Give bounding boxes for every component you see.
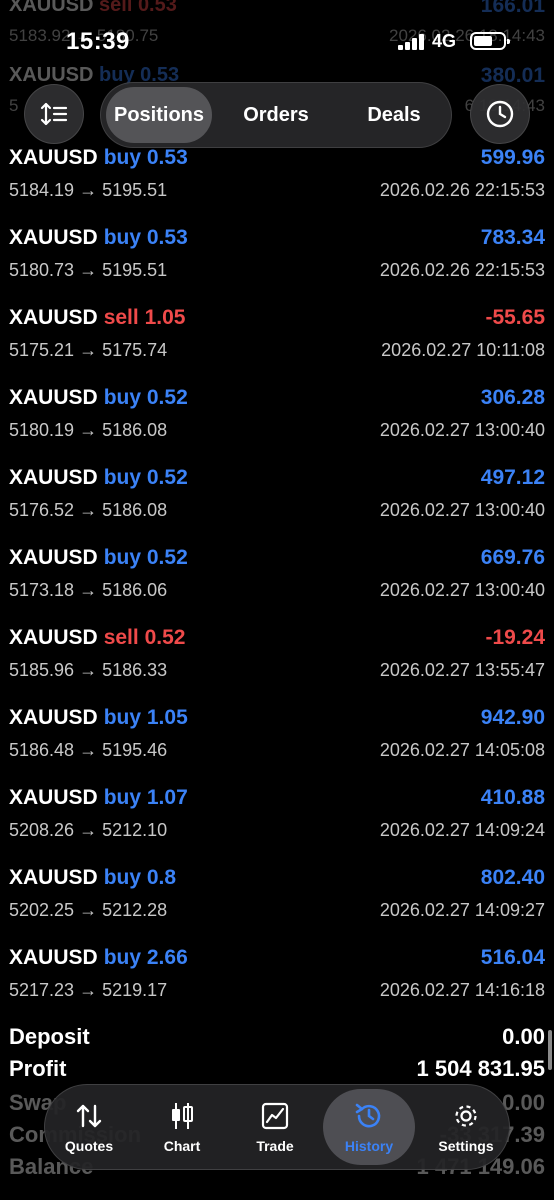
nav-chart[interactable]: Chart [136, 1089, 228, 1165]
bottom-nav: Quotes Chart Trade History Settings [44, 1084, 510, 1170]
deal-symbol: XAUUSD sell 0.52 [9, 626, 186, 649]
deal-time: 2026.02.27 13:00:40 [379, 580, 545, 600]
status-bar: 15:39 4G [0, 0, 554, 60]
deal-profit: 942.90 [480, 706, 545, 729]
tab-orders[interactable]: Orders [223, 87, 329, 143]
battery-icon [470, 32, 510, 50]
deal-symbol: XAUUSD buy 0.52 [9, 546, 188, 569]
scrollbar[interactable] [548, 1030, 552, 1070]
deal-profit: 783.34 [480, 226, 545, 249]
deal-time: 2026.02.26 22:15:53 [379, 260, 545, 280]
sort-arrows-icon [40, 102, 68, 126]
history-icon [353, 1100, 385, 1132]
nav-quotes[interactable]: Quotes [43, 1089, 135, 1165]
candlestick-icon [166, 1100, 198, 1132]
clock-icon [486, 100, 514, 128]
cellular-signal-icon [398, 34, 426, 50]
deal-profit: 669.76 [480, 546, 545, 569]
deal-time: 2026.02.27 14:16:18 [379, 980, 545, 1000]
deal-symbol: XAUUSD sell 1.05 [9, 306, 186, 329]
deal-time: 2026.02.27 13:55:47 [379, 660, 545, 680]
deal-profit: 599.96 [480, 146, 545, 169]
deal-prices: 5180.19 → 5186.08 [9, 420, 168, 440]
deal-time: 2026.02.26 22:15:53 [379, 180, 545, 200]
deal-row[interactable]: XAUUSD buy 0.52 306.28 5180.19 → 5186.08 … [0, 382, 554, 462]
summary-deposit: Deposit 0.00 [9, 1024, 545, 1049]
deal-time: 2026.02.27 10:11:08 [381, 340, 545, 360]
deal-prices: 5184.19 → 5195.51 [9, 180, 168, 200]
deal-symbol: XAUUSD buy 0.8 [9, 866, 177, 889]
deal-prices: 5175.21 → 5175.74 [9, 340, 168, 360]
gear-icon [450, 1100, 482, 1132]
history-tabs: Positions Orders Deals [100, 82, 452, 148]
deal-symbol: XAUUSD buy 0.53 [9, 146, 188, 169]
deal-time: 2026.02.27 14:05:08 [379, 740, 545, 760]
nav-history[interactable]: History [323, 1089, 415, 1165]
nav-trade[interactable]: Trade [229, 1089, 321, 1165]
deal-symbol: XAUUSD buy 1.05 [9, 706, 188, 729]
deal-time: 2026.02.27 14:09:27 [379, 900, 545, 920]
deal-row[interactable]: XAUUSD buy 0.53 783.34 5180.73 → 5195.51 … [0, 222, 554, 302]
deal-profit: 516.04 [480, 946, 545, 969]
nav-settings[interactable]: Settings [420, 1089, 512, 1165]
period-button[interactable] [470, 84, 530, 144]
deal-prices: 5208.26 → 5212.10 [9, 820, 168, 840]
deal-prices: 5180.73 → 5195.51 [9, 260, 168, 280]
summary-profit: Profit 1 504 831.95 [9, 1056, 545, 1081]
sort-button[interactable] [24, 84, 84, 144]
deal-row[interactable]: XAUUSD buy 0.53 599.96 5184.19 → 5195.51 … [0, 142, 554, 222]
deal-profit: -55.65 [485, 306, 545, 329]
deal-row[interactable]: XAUUSD buy 2.66 516.04 5217.23 → 5219.17 … [0, 942, 554, 1022]
network-type: 4G [432, 31, 457, 51]
deal-symbol: XAUUSD buy 0.52 [9, 386, 188, 409]
deal-symbol: XAUUSD buy 0.52 [9, 466, 188, 489]
deal-time: 2026.02.27 13:00:40 [379, 500, 545, 520]
quotes-arrows-icon [73, 1100, 105, 1132]
deal-time: 2026.02.27 14:09:24 [379, 820, 545, 840]
status-time: 15:39 [66, 28, 130, 55]
deal-prices: 5185.96 → 5186.33 [9, 660, 168, 680]
deal-row[interactable]: XAUUSD buy 0.52 669.76 5173.18 → 5186.06 … [0, 542, 554, 622]
deal-profit: 410.88 [480, 786, 545, 809]
deal-row[interactable]: XAUUSD sell 0.52 -19.24 5185.96 → 5186.33… [0, 622, 554, 702]
deal-prices: 5176.52 → 5186.08 [9, 500, 168, 520]
deal-symbol: XAUUSD buy 2.66 [9, 946, 188, 969]
tab-positions[interactable]: Positions [106, 87, 212, 143]
deal-prices: 5202.25 → 5212.28 [9, 900, 168, 920]
deal-symbol: XAUUSD buy 0.53 [9, 226, 188, 249]
tab-deals[interactable]: Deals [341, 87, 447, 143]
deal-profit: 306.28 [480, 386, 545, 409]
deal-row[interactable]: XAUUSD buy 1.07 410.88 5208.26 → 5212.10 … [0, 782, 554, 862]
deal-row[interactable]: XAUUSD sell 1.05 -55.65 5175.21 → 5175.74… [0, 302, 554, 382]
deal-profit: -19.24 [485, 626, 545, 649]
deal-profit: 802.40 [480, 866, 545, 889]
trade-chart-icon [259, 1100, 291, 1132]
deal-prices: 5173.18 → 5186.06 [9, 580, 168, 600]
deal-row[interactable]: XAUUSD buy 1.05 942.90 5186.48 → 5195.46 … [0, 702, 554, 782]
deal-prices: 5217.23 → 5219.17 [9, 980, 168, 1000]
deal-profit: 497.12 [480, 466, 545, 489]
deal-row[interactable]: XAUUSD buy 0.52 497.12 5176.52 → 5186.08 … [0, 462, 554, 542]
deal-time: 2026.02.27 13:00:40 [379, 420, 545, 440]
deal-prices: 5 [9, 96, 19, 115]
deal-row[interactable]: XAUUSD buy 0.8 802.40 5202.25 → 5212.28 2… [0, 862, 554, 942]
deal-prices: 5186.48 → 5195.46 [9, 740, 168, 760]
deal-symbol: XAUUSD buy 1.07 [9, 786, 188, 809]
